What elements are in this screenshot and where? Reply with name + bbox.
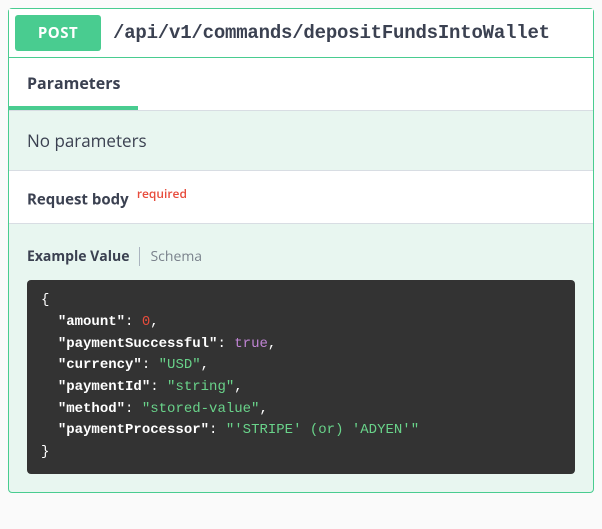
endpoint-block: POST /api/v1/commands/depositFundsIntoWa… [8, 8, 594, 493]
tab-example-value[interactable]: Example Value [27, 247, 140, 266]
tab-schema[interactable]: Schema [140, 247, 212, 266]
example-json-code[interactable]: { "amount": 0, "paymentSuccessful": true… [27, 280, 575, 474]
no-parameters-message: No parameters [9, 111, 593, 170]
request-body-label: Request body [27, 189, 129, 209]
required-badge: required [137, 185, 187, 202]
example-tabs: Example ValueSchema [9, 224, 593, 276]
endpoint-path: /api/v1/commands/depositFundsIntoWallet [113, 22, 550, 44]
parameters-tabs: Parameters [9, 58, 593, 111]
tab-parameters[interactable]: Parameters [9, 58, 138, 110]
request-body-header: Request body required [9, 170, 593, 224]
http-method-badge: POST [15, 15, 101, 51]
endpoint-header[interactable]: POST /api/v1/commands/depositFundsIntoWa… [9, 9, 593, 58]
